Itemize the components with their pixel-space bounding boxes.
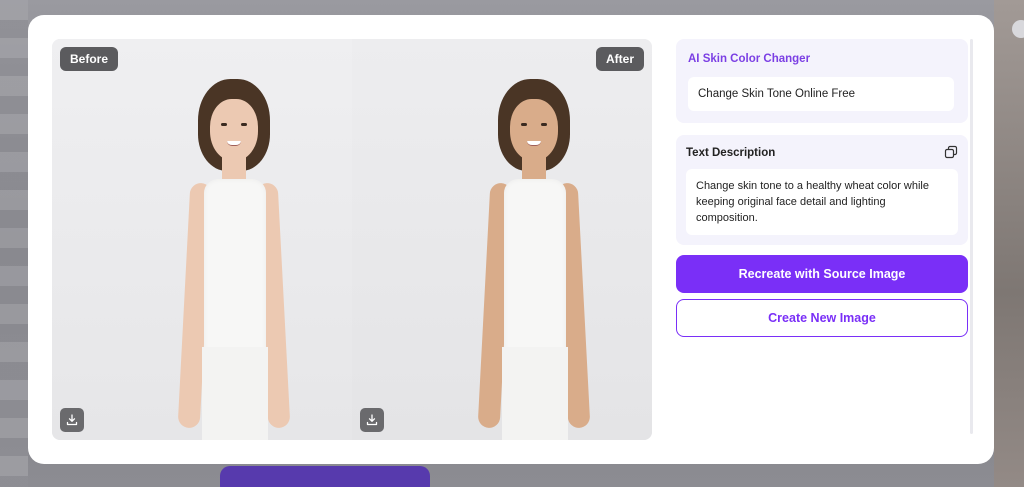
description-text: Change skin tone to a healthy wheat colo… (686, 169, 958, 235)
download-icon (366, 414, 378, 426)
before-badge: Before (60, 47, 119, 71)
copy-icon[interactable] (944, 145, 958, 159)
download-after-button[interactable] (360, 408, 384, 432)
create-new-image-button[interactable]: Create New Image (676, 299, 968, 337)
before-after-comparison[interactable]: Before After (52, 39, 652, 440)
tool-card: AI Skin Color Changer Change Skin Tone O… (676, 39, 968, 123)
tool-value: Change Skin Tone Online Free (688, 77, 954, 111)
download-icon (66, 414, 78, 426)
result-modal: Before After AI Skin Color Changer Chang… (28, 15, 994, 464)
background-image-strip (994, 0, 1024, 487)
recreate-with-source-button[interactable]: Recreate with Source Image (676, 255, 968, 293)
background-button (220, 466, 430, 487)
description-label: Text Description (686, 147, 776, 159)
after-badge: After (595, 47, 644, 71)
after-person (454, 77, 614, 440)
panel-scrollbar[interactable] (970, 39, 973, 434)
background-sidebar (0, 0, 28, 487)
background-avatar (1012, 20, 1024, 38)
before-person (154, 77, 314, 440)
tool-title: AI Skin Color Changer (688, 53, 811, 65)
download-before-button[interactable] (60, 408, 84, 432)
description-card: Text Description Change skin tone to a h… (676, 135, 968, 245)
